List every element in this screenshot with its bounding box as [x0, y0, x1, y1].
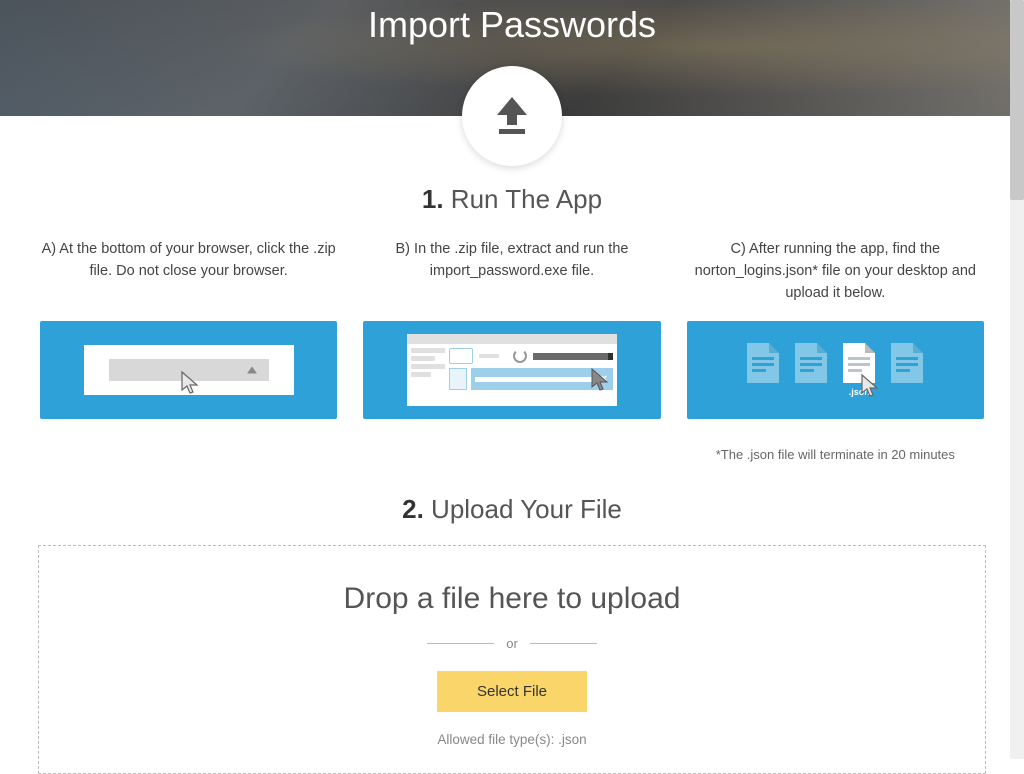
step-2-label: Upload Your File — [431, 494, 622, 524]
step-1-heading: 1. Run The App — [0, 184, 1024, 215]
step-2-heading: 2. Upload Your File — [0, 494, 1024, 525]
instruction-col-c: C) After running the app, find the norto… — [687, 239, 984, 462]
instruction-b-text: B) In the .zip file, extract and run the… — [363, 239, 660, 307]
file-dropzone[interactable]: Drop a file here to upload or Select Fil… — [38, 545, 986, 774]
cursor-icon — [589, 367, 613, 395]
step-1-num: 1. — [422, 184, 444, 214]
upload-arrow-icon — [489, 93, 535, 139]
cursor-icon — [179, 370, 203, 398]
select-file-button[interactable]: Select File — [437, 671, 587, 712]
scrollbar[interactable] — [1010, 0, 1024, 759]
page-title: Import Passwords — [368, 4, 656, 46]
illustration-a — [40, 321, 337, 419]
instruction-col-a: A) At the bottom of your browser, click … — [40, 239, 337, 462]
json-footnote: *The .json file will terminate in 20 min… — [687, 447, 984, 462]
cursor-icon — [859, 373, 883, 401]
allowed-types-text: Allowed file type(s): .json — [39, 732, 985, 747]
illustration-b: × — [363, 321, 660, 419]
scrollbar-thumb[interactable] — [1010, 0, 1024, 200]
instruction-columns: A) At the bottom of your browser, click … — [0, 215, 1024, 462]
step-1-label: Run The App — [451, 184, 602, 214]
instruction-col-b: B) In the .zip file, extract and run the… — [363, 239, 660, 462]
or-divider: or — [427, 636, 597, 651]
drop-title: Drop a file here to upload — [39, 582, 985, 616]
instruction-a-text: A) At the bottom of your browser, click … — [40, 239, 337, 307]
instruction-c-text: C) After running the app, find the norto… — [687, 239, 984, 307]
step-2-num: 2. — [402, 494, 424, 524]
upload-circle-icon — [462, 66, 562, 166]
illustration-c: .json — [687, 321, 984, 419]
